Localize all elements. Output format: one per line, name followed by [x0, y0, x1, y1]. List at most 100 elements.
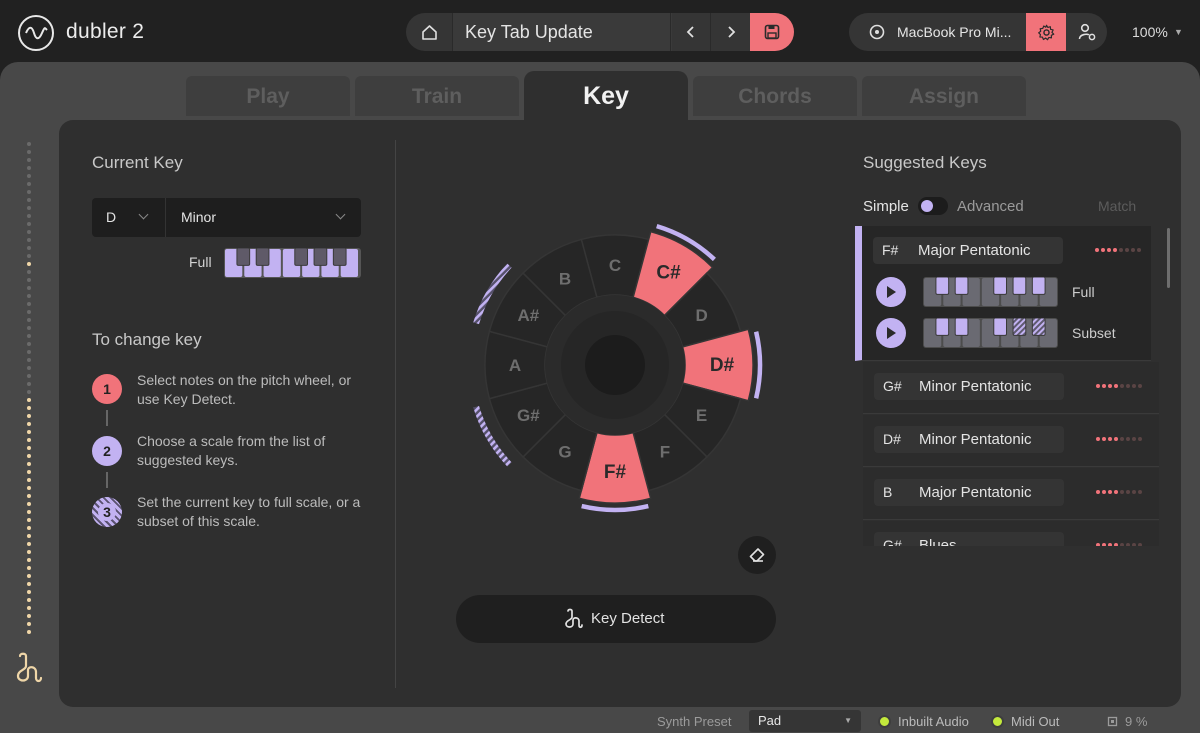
subset-scale-keyboard[interactable] — [923, 318, 1058, 348]
audio-device-name[interactable]: MacBook Pro Mi... — [897, 13, 1011, 51]
mode-advanced-label[interactable]: Advanced — [957, 198, 1024, 215]
list-item[interactable]: G# Blues — [863, 521, 1159, 546]
prev-preset-button[interactable] — [670, 13, 710, 51]
current-key-keyboard[interactable] — [224, 248, 361, 278]
meter-dot — [27, 174, 31, 178]
tab-key[interactable]: Key — [524, 71, 688, 121]
meter-dot — [27, 630, 31, 634]
play-icon — [887, 327, 896, 339]
meter-dot — [27, 422, 31, 426]
next-preset-button[interactable] — [710, 13, 750, 51]
match-dot — [1114, 437, 1118, 441]
match-dot — [1126, 437, 1130, 441]
home-icon — [421, 24, 437, 40]
step-connector — [106, 472, 108, 488]
piano-black-key — [935, 277, 950, 295]
meter-dot — [27, 454, 31, 458]
list-item[interactable]: F# Major Pentatonic Full Subset — [855, 226, 1151, 361]
tab-assign[interactable]: Assign — [862, 76, 1026, 116]
home-button[interactable] — [406, 13, 452, 51]
meter-dot — [27, 230, 31, 234]
play-full-button[interactable] — [876, 277, 906, 307]
settings-button[interactable] — [1026, 13, 1066, 51]
pitch-label: G — [558, 443, 571, 462]
audio-device-bar: MacBook Pro Mi... — [849, 13, 1107, 51]
meter-dot — [27, 198, 31, 202]
clear-notes-button[interactable] — [738, 536, 776, 574]
play-icon — [887, 286, 896, 298]
preset-bar: Key Tab Update — [406, 13, 794, 51]
inbuilt-audio-led — [878, 715, 891, 728]
scale-root: G# — [883, 378, 902, 394]
match-dot — [1102, 437, 1106, 441]
match-dot — [1132, 437, 1136, 441]
scale-root: B — [883, 484, 893, 500]
match-dot — [1126, 490, 1130, 494]
top-bar: dubler 2 Key Tab Update MacBook Pro Mi..… — [0, 0, 1200, 62]
meter-dot — [27, 286, 31, 290]
meter-dot — [27, 574, 31, 578]
tab-play[interactable]: Play — [186, 76, 350, 116]
synth-preset-label: Synth Preset — [657, 714, 732, 729]
match-dot — [1114, 490, 1118, 494]
app-title: dubler 2 — [66, 20, 145, 43]
meter-dot — [27, 334, 31, 338]
step-1-badge: 1 — [92, 374, 122, 404]
match-dot — [1132, 384, 1136, 388]
zoom-caret-icon[interactable]: ▼ — [1174, 27, 1183, 37]
list-item[interactable]: G# Minor Pentatonic — [863, 362, 1159, 414]
piano-black-key — [294, 248, 309, 266]
scale-label: G# Minor Pentatonic — [874, 373, 1064, 400]
synth-preset-value: Pad — [758, 713, 782, 728]
list-item[interactable]: D# Minor Pentatonic — [863, 415, 1159, 467]
inbuilt-audio-label[interactable]: Inbuilt Audio — [898, 714, 969, 729]
match-dot — [1120, 543, 1124, 546]
pitch-wheel[interactable]: C C# D D# E F F# G G# A A# B — [440, 190, 800, 550]
scale-arc-solid — [581, 503, 649, 513]
piano-black-key — [993, 277, 1008, 295]
key-detect-button[interactable]: Key Detect — [456, 595, 776, 643]
play-subset-button[interactable] — [876, 318, 906, 348]
mode-simple-label[interactable]: Simple — [863, 198, 909, 215]
list-scrollbar[interactable] — [1167, 228, 1170, 288]
gear-icon — [1037, 24, 1054, 40]
step-3-text: Set the current key to full scale, or a … — [137, 494, 361, 529]
cpu-icon — [1107, 716, 1118, 727]
match-dot — [1113, 248, 1117, 252]
synth-preset-dropdown[interactable]: Pad ▼ — [749, 710, 861, 732]
instructions-title: To change key — [92, 330, 202, 349]
meter-dot — [27, 246, 31, 250]
current-key-select: D Minor — [92, 198, 361, 237]
zoom-level[interactable]: 100% — [1132, 24, 1168, 40]
midi-out-label[interactable]: Midi Out — [1011, 714, 1059, 729]
save-button[interactable] — [750, 13, 794, 51]
match-dot — [1138, 384, 1142, 388]
match-dot — [1108, 543, 1112, 546]
mode-toggle[interactable] — [918, 197, 948, 215]
user-settings-button[interactable] — [1066, 13, 1107, 51]
meter-dot — [27, 486, 31, 490]
match-dot — [1132, 490, 1136, 494]
pitch-label: A# — [518, 306, 540, 325]
meter-dot — [27, 398, 31, 402]
pitch-label: F — [660, 443, 670, 462]
meter-dot — [27, 390, 31, 394]
preset-name[interactable]: Key Tab Update — [452, 13, 672, 51]
scale-label: B Major Pentatonic — [874, 479, 1064, 506]
key-scale-dropdown[interactable]: Minor — [167, 198, 361, 237]
meter-dot — [27, 238, 31, 242]
tab-chords[interactable]: Chords — [693, 76, 857, 116]
key-root-dropdown[interactable]: D — [92, 198, 166, 237]
full-scale-keyboard[interactable] — [923, 277, 1058, 307]
list-item[interactable]: B Major Pentatonic — [863, 468, 1159, 520]
pitch-label: C — [609, 256, 621, 275]
meter-dot — [27, 438, 31, 442]
piano-black-key — [313, 248, 328, 266]
tab-train[interactable]: Train — [355, 76, 519, 116]
meter-dot — [27, 566, 31, 570]
pitch-label: C# — [656, 262, 681, 283]
dubler-mic-icon[interactable] — [14, 652, 44, 684]
meter-dot — [27, 326, 31, 330]
key-range-label: Full — [189, 254, 212, 270]
meter-dot — [27, 190, 31, 194]
